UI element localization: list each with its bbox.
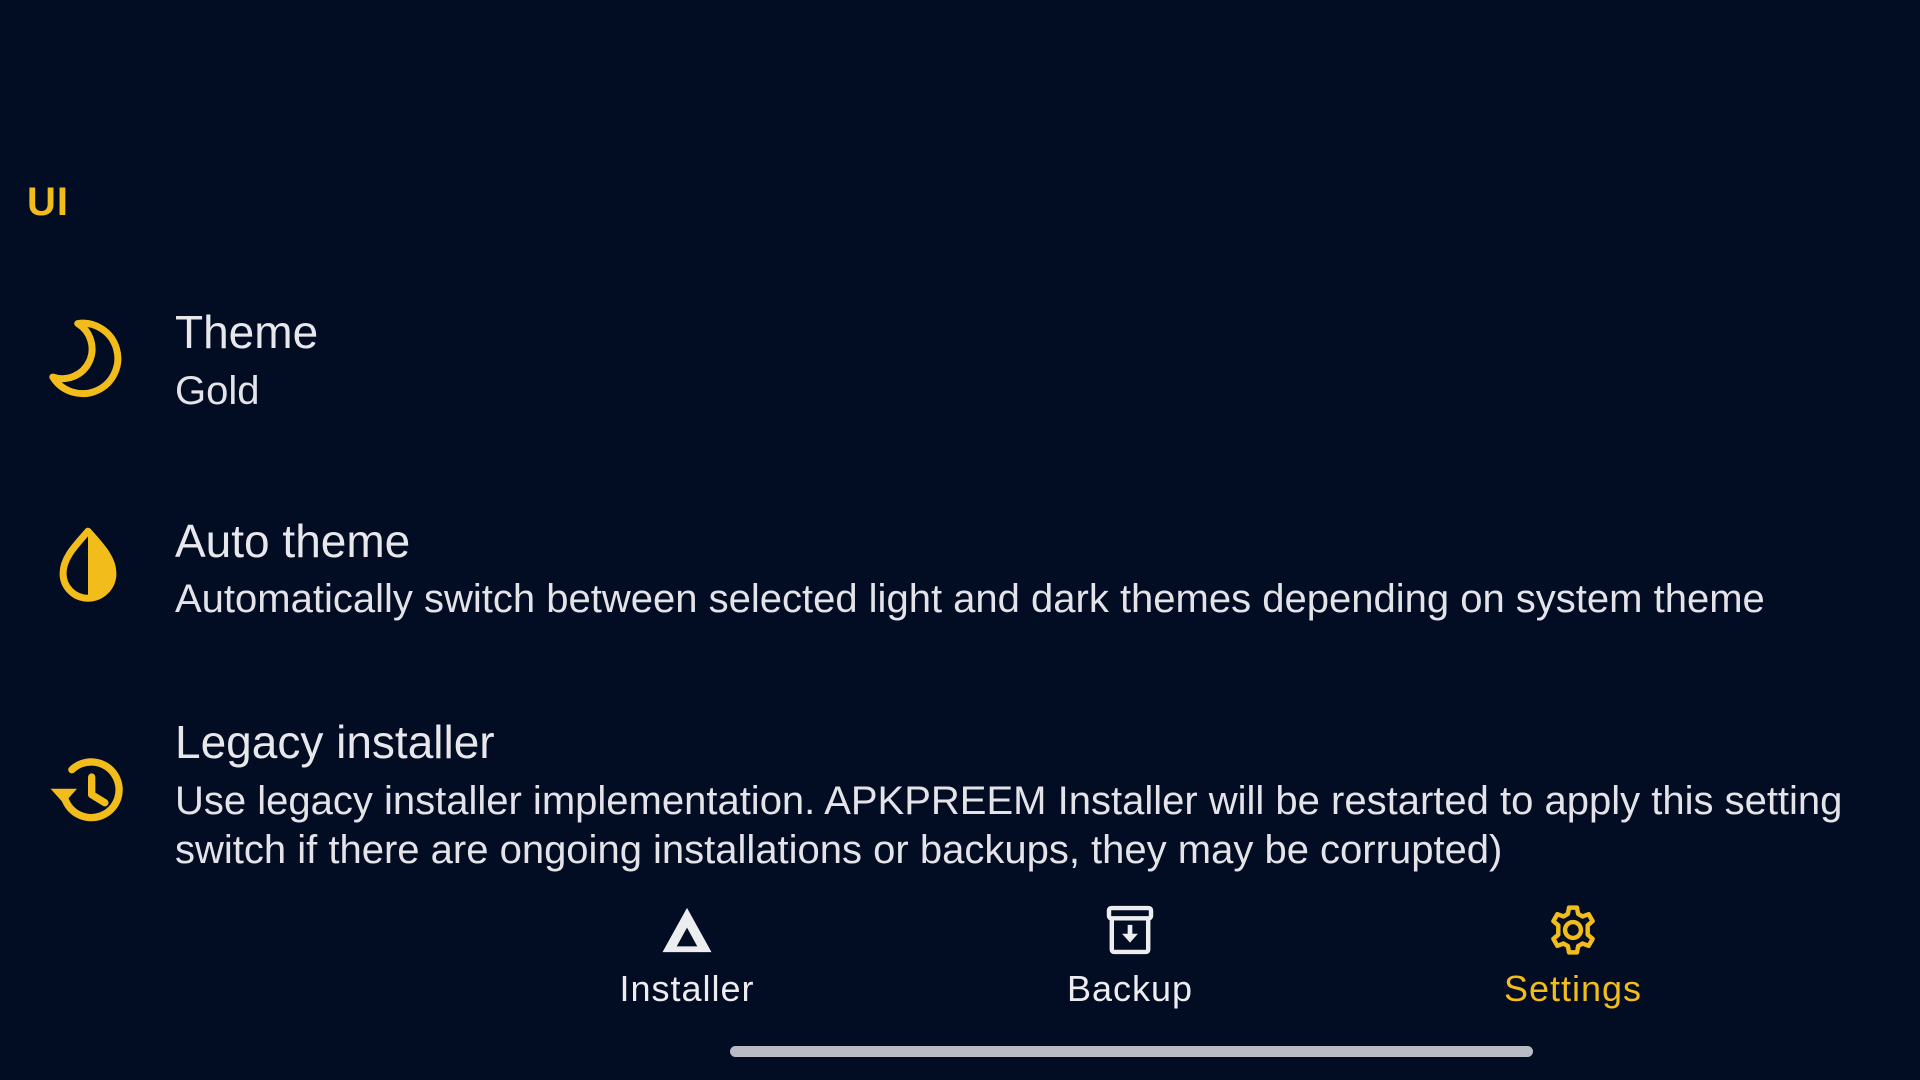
nav-backup[interactable]: Backup <box>1000 902 1260 1022</box>
summary-line: Use legacy installer implementation. APK… <box>175 779 1843 823</box>
gear-icon <box>1545 902 1601 958</box>
summary-line: switch if there are ongoing installation… <box>175 828 1503 872</box>
pref-auto-theme[interactable]: Auto theme Automatically switch between … <box>0 490 1920 680</box>
pref-auto-theme-title: Auto theme <box>175 515 411 567</box>
history-icon <box>44 747 132 835</box>
settings-screen: UI Theme Gold Auto theme Automatically s… <box>0 0 1920 1080</box>
pref-legacy-installer-title: Legacy installer <box>175 716 495 768</box>
nav-settings[interactable]: Settings <box>1443 902 1703 1022</box>
pref-theme[interactable]: Theme Gold <box>0 285 1920 475</box>
home-indicator[interactable] <box>730 1046 1533 1057</box>
section-header-ui: UI <box>27 180 69 224</box>
nav-settings-label: Settings <box>1503 968 1643 1009</box>
bottom-navigation: Installer Backup Settings <box>0 880 1920 1030</box>
nav-installer-label: Installer <box>619 968 755 1009</box>
pref-auto-theme-summary: Automatically switch between selected li… <box>175 577 1765 621</box>
moon-icon <box>44 314 132 402</box>
backup-archive-icon <box>1102 902 1158 958</box>
pref-theme-summary: Gold <box>175 369 260 413</box>
nav-installer[interactable]: Installer <box>557 902 817 1022</box>
nav-backup-label: Backup <box>1066 968 1194 1009</box>
installer-triangle-icon <box>659 902 715 958</box>
pref-legacy-installer-summary: Use legacy installer implementation. APK… <box>175 777 1842 875</box>
pref-theme-title: Theme <box>175 306 319 358</box>
pref-legacy-installer[interactable]: Legacy installer Use legacy installer im… <box>0 695 1920 885</box>
contrast-drop-icon <box>44 522 132 610</box>
